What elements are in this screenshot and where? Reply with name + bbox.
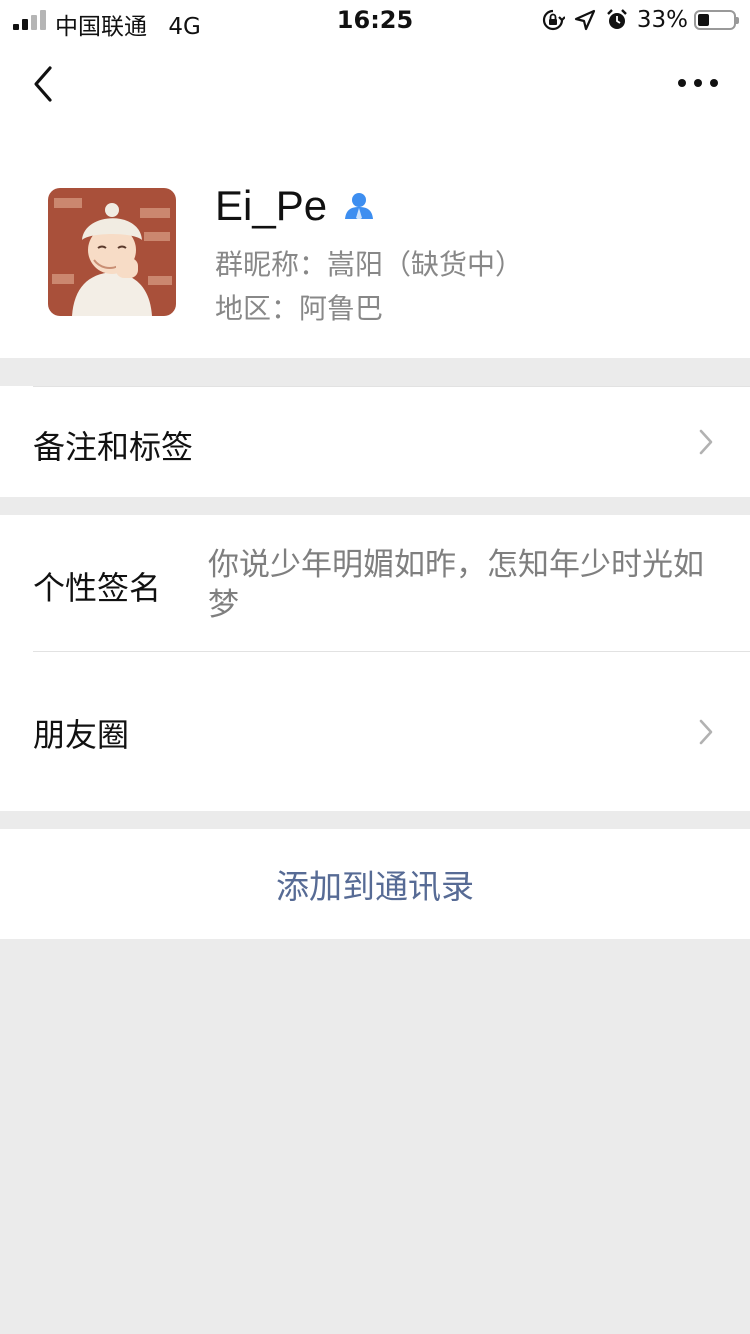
row-divider bbox=[33, 386, 750, 387]
add-to-contacts-button[interactable]: 添加到通讯录 bbox=[0, 829, 750, 939]
orientation-lock-icon bbox=[542, 9, 565, 31]
battery-level bbox=[698, 14, 709, 26]
nickname: Ei_Pe bbox=[215, 182, 328, 229]
avatar[interactable] bbox=[48, 188, 176, 316]
signature-label: 个性签名 bbox=[33, 569, 162, 607]
more-dots-icon bbox=[678, 79, 718, 87]
remarks-tags-row[interactable]: 备注和标签 bbox=[0, 386, 750, 497]
avatar-image bbox=[48, 188, 176, 316]
contact-person-icon bbox=[345, 193, 374, 220]
group-nickname: 群昵称：嵩阳（缺货中） bbox=[215, 248, 524, 281]
info-group: 个性签名 你说少年明媚如昨，怎知年少时光如梦 朋友圈 bbox=[0, 515, 750, 811]
name-row: Ei_Pe bbox=[215, 178, 375, 234]
moments-label: 朋友圈 bbox=[33, 716, 130, 754]
chevron-right-icon bbox=[699, 719, 713, 745]
alarm-icon bbox=[607, 9, 627, 29]
more-button[interactable] bbox=[676, 68, 720, 98]
battery-nub bbox=[736, 17, 739, 24]
status-icons: 33% bbox=[541, 6, 739, 34]
location-icon bbox=[574, 9, 595, 31]
add-contact-block: 添加到通讯录 bbox=[0, 829, 750, 939]
back-button[interactable] bbox=[26, 62, 62, 106]
moments-row[interactable]: 朋友圈 bbox=[0, 652, 750, 811]
remarks-tags-label: 备注和标签 bbox=[33, 428, 194, 466]
status-bar: 中国联通 4G 16:25 33% bbox=[0, 0, 750, 40]
battery-icon bbox=[694, 10, 739, 30]
chevron-right-icon bbox=[699, 429, 713, 455]
chevron-left-icon bbox=[34, 66, 52, 102]
signature-text: 你说少年明媚如昨，怎知年少时光如梦 bbox=[208, 547, 704, 623]
battery-percent: 33% bbox=[636, 7, 688, 33]
region: 地区：阿鲁巴 bbox=[215, 292, 384, 325]
